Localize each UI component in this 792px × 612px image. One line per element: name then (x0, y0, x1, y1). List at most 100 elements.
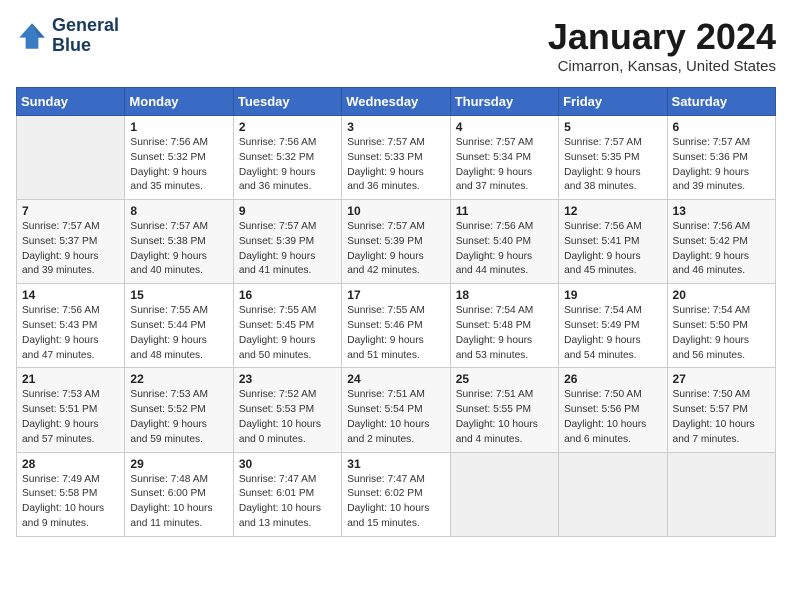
calendar-table: SundayMondayTuesdayWednesdayThursdayFrid… (16, 87, 776, 537)
day-number: 27 (673, 372, 770, 386)
week-row-5: 28 Sunrise: 7:49 AMSunset: 5:58 PMDayligh… (17, 452, 776, 536)
day-number: 30 (239, 457, 336, 471)
day-number: 25 (456, 372, 553, 386)
header-day-friday: Friday (559, 88, 667, 116)
day-info: Sunrise: 7:54 AMSunset: 5:48 PMDaylight:… (456, 304, 553, 363)
day-info: Sunrise: 7:47 AMSunset: 6:01 PMDaylight:… (239, 473, 336, 532)
day-info: Sunrise: 7:57 AMSunset: 5:38 PMDaylight:… (130, 220, 227, 279)
logo-text: General Blue (52, 16, 119, 56)
day-info: Sunrise: 7:57 AMSunset: 5:35 PMDaylight:… (564, 136, 661, 195)
header-day-monday: Monday (125, 88, 233, 116)
day-number: 21 (22, 372, 119, 386)
calendar-cell (667, 452, 775, 536)
calendar-cell: 26 Sunrise: 7:50 AMSunset: 5:56 PMDayligh… (559, 368, 667, 452)
day-number: 26 (564, 372, 661, 386)
calendar-cell (450, 452, 558, 536)
calendar-cell: 8 Sunrise: 7:57 AMSunset: 5:38 PMDaylight… (125, 200, 233, 284)
calendar-cell: 15Sunrise: 7:55 AMSunset: 5:44 PMDayligh… (125, 284, 233, 368)
calendar-header-row: SundayMondayTuesdayWednesdayThursdayFrid… (17, 88, 776, 116)
calendar-cell: 20 Sunrise: 7:54 AMSunset: 5:50 PMDayligh… (667, 284, 775, 368)
calendar-cell: 21 Sunrise: 7:53 AMSunset: 5:51 PMDayligh… (17, 368, 125, 452)
day-number: 2 (239, 120, 336, 134)
calendar-cell: 19 Sunrise: 7:54 AMSunset: 5:49 PMDayligh… (559, 284, 667, 368)
header-day-saturday: Saturday (667, 88, 775, 116)
day-info: Sunrise: 7:56 AMSunset: 5:32 PMDaylight:… (239, 136, 336, 195)
day-info: Sunrise: 7:56 AMSunset: 5:32 PMDaylight:… (130, 136, 227, 195)
day-number: 22 (130, 372, 227, 386)
day-number: 8 (130, 204, 227, 218)
calendar-cell: 27 Sunrise: 7:50 AMSunset: 5:57 PMDayligh… (667, 368, 775, 452)
calendar-cell: 10 Sunrise: 7:57 AMSunset: 5:39 PMDayligh… (342, 200, 450, 284)
calendar-cell (17, 116, 125, 200)
day-info: Sunrise: 7:55 AMSunset: 5:45 PMDaylight:… (239, 304, 336, 363)
day-info: Sunrise: 7:55 AMSunset: 5:46 PMDaylight:… (347, 304, 444, 363)
location-subtitle: Cimarron, Kansas, United States (548, 58, 776, 75)
day-info: Sunrise: 7:47 AMSunset: 6:02 PMDaylight:… (347, 473, 444, 532)
day-number: 10 (347, 204, 444, 218)
day-number: 12 (564, 204, 661, 218)
header-day-thursday: Thursday (450, 88, 558, 116)
day-info: Sunrise: 7:52 AMSunset: 5:53 PMDaylight:… (239, 388, 336, 447)
calendar-cell: 31 Sunrise: 7:47 AMSunset: 6:02 PMDayligh… (342, 452, 450, 536)
day-number: 13 (673, 204, 770, 218)
day-number: 19 (564, 288, 661, 302)
header-day-tuesday: Tuesday (233, 88, 341, 116)
day-info: Sunrise: 7:50 AMSunset: 5:56 PMDaylight:… (564, 388, 661, 447)
day-info: Sunrise: 7:48 AMSunset: 6:00 PMDaylight:… (130, 473, 227, 532)
day-info: Sunrise: 7:57 AMSunset: 5:39 PMDaylight:… (347, 220, 444, 279)
calendar-cell: 29 Sunrise: 7:48 AMSunset: 6:00 PMDayligh… (125, 452, 233, 536)
day-info: Sunrise: 7:56 AMSunset: 5:43 PMDaylight:… (22, 304, 119, 363)
calendar-cell: 13 Sunrise: 7:56 AMSunset: 5:42 PMDayligh… (667, 200, 775, 284)
calendar-cell: 5Sunrise: 7:57 AMSunset: 5:35 PMDaylight… (559, 116, 667, 200)
day-info: Sunrise: 7:55 AMSunset: 5:44 PMDaylight:… (130, 304, 227, 363)
week-row-1: 1 Sunrise: 7:56 AMSunset: 5:32 PMDaylight… (17, 116, 776, 200)
day-info: Sunrise: 7:56 AMSunset: 5:42 PMDaylight:… (673, 220, 770, 279)
month-title: January 2024 (548, 16, 776, 58)
calendar-cell: 6 Sunrise: 7:57 AMSunset: 5:36 PMDaylight… (667, 116, 775, 200)
day-number: 23 (239, 372, 336, 386)
day-number: 18 (456, 288, 553, 302)
day-info: Sunrise: 7:51 AMSunset: 5:55 PMDaylight:… (456, 388, 553, 447)
day-number: 9 (239, 204, 336, 218)
calendar-cell: 28 Sunrise: 7:49 AMSunset: 5:58 PMDayligh… (17, 452, 125, 536)
day-number: 31 (347, 457, 444, 471)
header-day-wednesday: Wednesday (342, 88, 450, 116)
calendar-cell: 7Sunrise: 7:57 AMSunset: 5:37 PMDaylight… (17, 200, 125, 284)
day-info: Sunrise: 7:53 AMSunset: 5:51 PMDaylight:… (22, 388, 119, 447)
day-number: 29 (130, 457, 227, 471)
day-info: Sunrise: 7:57 AMSunset: 5:34 PMDaylight:… (456, 136, 553, 195)
calendar-cell: 25 Sunrise: 7:51 AMSunset: 5:55 PMDayligh… (450, 368, 558, 452)
day-number: 17 (347, 288, 444, 302)
calendar-cell: 11Sunrise: 7:56 AMSunset: 5:40 PMDayligh… (450, 200, 558, 284)
calendar-cell (559, 452, 667, 536)
day-info: Sunrise: 7:57 AMSunset: 5:39 PMDaylight:… (239, 220, 336, 279)
calendar-cell: 23 Sunrise: 7:52 AMSunset: 5:53 PMDayligh… (233, 368, 341, 452)
day-info: Sunrise: 7:57 AMSunset: 5:36 PMDaylight:… (673, 136, 770, 195)
calendar-cell: 1 Sunrise: 7:56 AMSunset: 5:32 PMDaylight… (125, 116, 233, 200)
calendar-cell: 16Sunrise: 7:55 AMSunset: 5:45 PMDayligh… (233, 284, 341, 368)
calendar-cell: 12Sunrise: 7:56 AMSunset: 5:41 PMDayligh… (559, 200, 667, 284)
week-row-4: 21 Sunrise: 7:53 AMSunset: 5:51 PMDayligh… (17, 368, 776, 452)
day-number: 14 (22, 288, 119, 302)
day-number: 20 (673, 288, 770, 302)
day-number: 1 (130, 120, 227, 134)
day-info: Sunrise: 7:54 AMSunset: 5:49 PMDaylight:… (564, 304, 661, 363)
logo-icon (16, 20, 48, 52)
day-info: Sunrise: 7:50 AMSunset: 5:57 PMDaylight:… (673, 388, 770, 447)
week-row-3: 14 Sunrise: 7:56 AMSunset: 5:43 PMDayligh… (17, 284, 776, 368)
day-info: Sunrise: 7:49 AMSunset: 5:58 PMDaylight:… (22, 473, 119, 532)
title-block: January 2024 Cimarron, Kansas, United St… (548, 16, 776, 75)
day-number: 28 (22, 457, 119, 471)
day-number: 24 (347, 372, 444, 386)
day-info: Sunrise: 7:53 AMSunset: 5:52 PMDaylight:… (130, 388, 227, 447)
day-number: 6 (673, 120, 770, 134)
day-number: 4 (456, 120, 553, 134)
day-info: Sunrise: 7:54 AMSunset: 5:50 PMDaylight:… (673, 304, 770, 363)
day-info: Sunrise: 7:57 AMSunset: 5:37 PMDaylight:… (22, 220, 119, 279)
calendar-cell: 30 Sunrise: 7:47 AMSunset: 6:01 PMDayligh… (233, 452, 341, 536)
page-header: General Blue January 2024 Cimarron, Kans… (16, 16, 776, 75)
calendar-cell: 18 Sunrise: 7:54 AMSunset: 5:48 PMDayligh… (450, 284, 558, 368)
calendar-cell: 3Sunrise: 7:57 AMSunset: 5:33 PMDaylight… (342, 116, 450, 200)
calendar-cell: 14 Sunrise: 7:56 AMSunset: 5:43 PMDayligh… (17, 284, 125, 368)
calendar-cell: 22 Sunrise: 7:53 AMSunset: 5:52 PMDayligh… (125, 368, 233, 452)
